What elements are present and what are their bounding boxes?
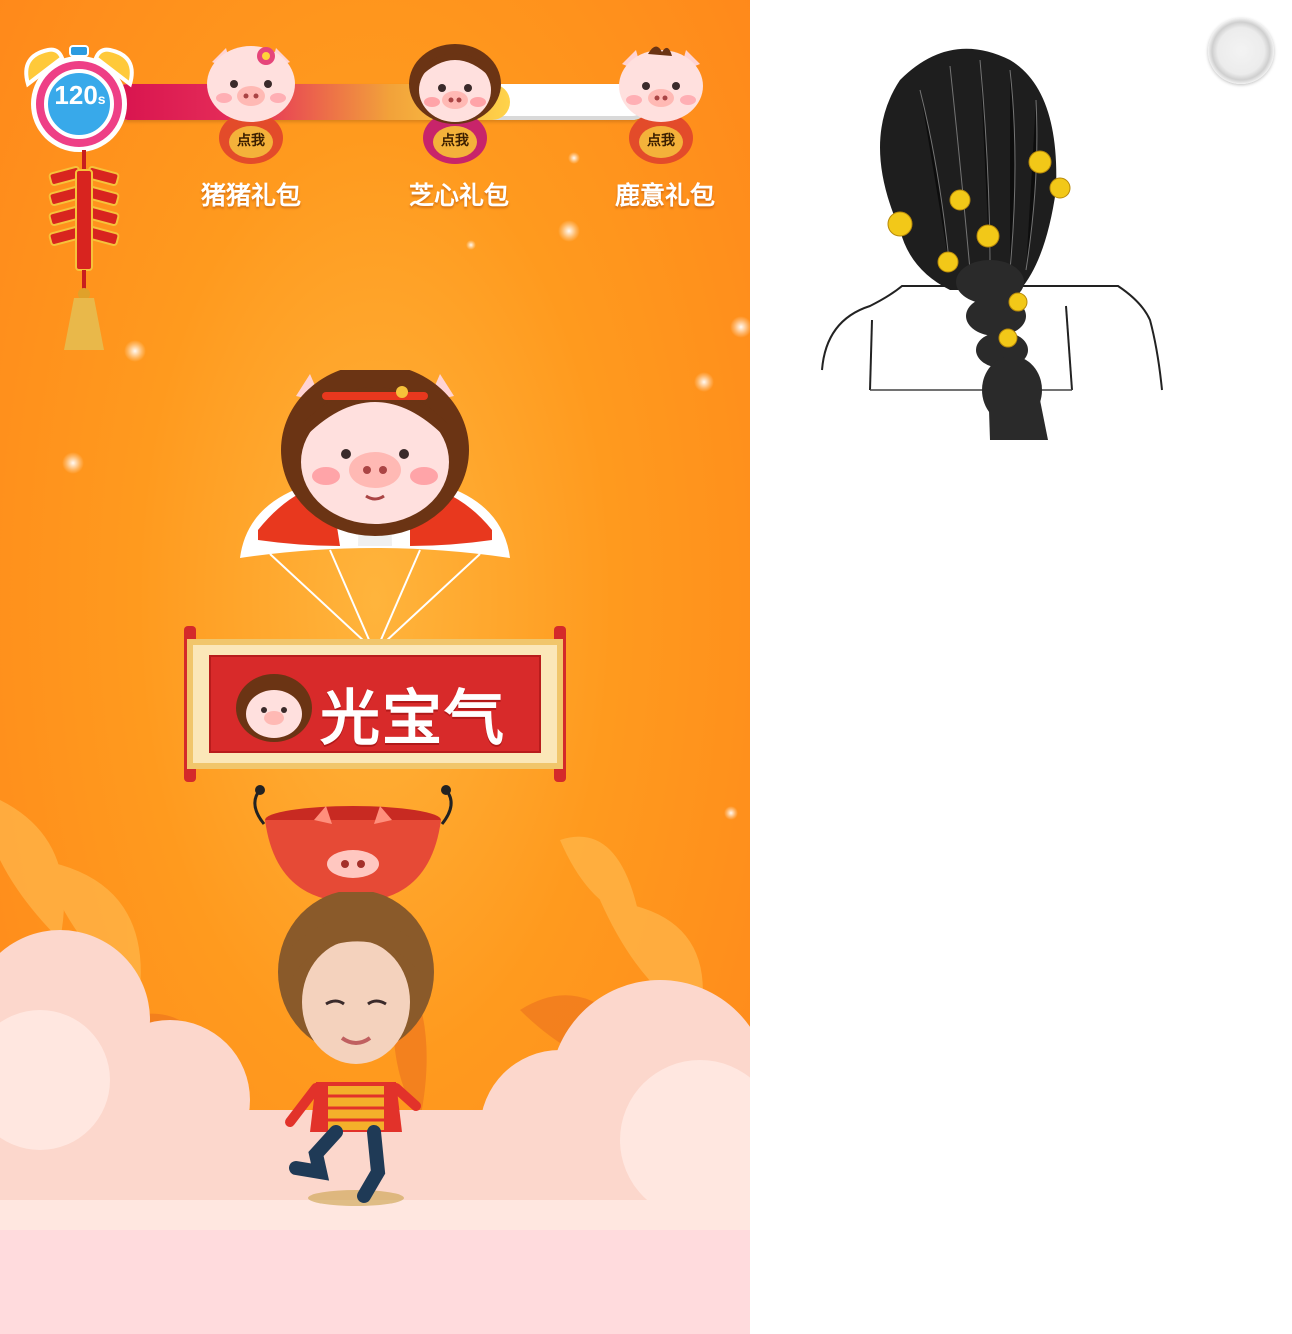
tap-me-label[interactable]: 点我 (430, 130, 480, 150)
pig-face-icon (207, 46, 295, 164)
timer-value: 120s (54, 80, 106, 110)
boy-pig-face-icon (619, 46, 703, 164)
sparkle (62, 452, 84, 474)
sparkle (568, 152, 580, 164)
sparkle (124, 340, 146, 362)
game-screen: 120s 点我 猪猪礼包 点我 芝心礼包 点我 鹿意礼包 光宝气 (0, 0, 750, 1334)
sparkle (558, 220, 580, 242)
gift-pack-pig[interactable]: 点我 (196, 40, 306, 170)
gift-pack-pig[interactable]: 点我 (606, 40, 716, 170)
parachute-pig-icon (240, 370, 510, 643)
tap-me-label[interactable]: 点我 (226, 130, 276, 150)
pig-bowl-icon (253, 785, 453, 902)
banner-title: 光宝气 (320, 684, 506, 754)
sparkle (694, 372, 714, 392)
firecracker-icon (48, 150, 120, 350)
tap-me-label[interactable]: 点我 (636, 130, 686, 150)
sparkle (466, 240, 476, 250)
braided-hair-sketch-image (821, 48, 1163, 440)
gift-progress-bar (110, 84, 650, 120)
girl-pig-face-icon (409, 44, 501, 164)
player-character[interactable] (266, 892, 446, 1208)
sparkle (730, 316, 750, 338)
gift-pack-name: 猪猪礼包 (200, 181, 301, 210)
close-circle-icon[interactable] (1208, 18, 1274, 84)
gift-pack-name: 鹿意礼包 (614, 181, 715, 210)
gift-pack-name: 芝心礼包 (408, 181, 509, 210)
gift-pack-pig[interactable]: 点我 (400, 40, 510, 170)
countdown-timer: 120s (14, 44, 144, 156)
